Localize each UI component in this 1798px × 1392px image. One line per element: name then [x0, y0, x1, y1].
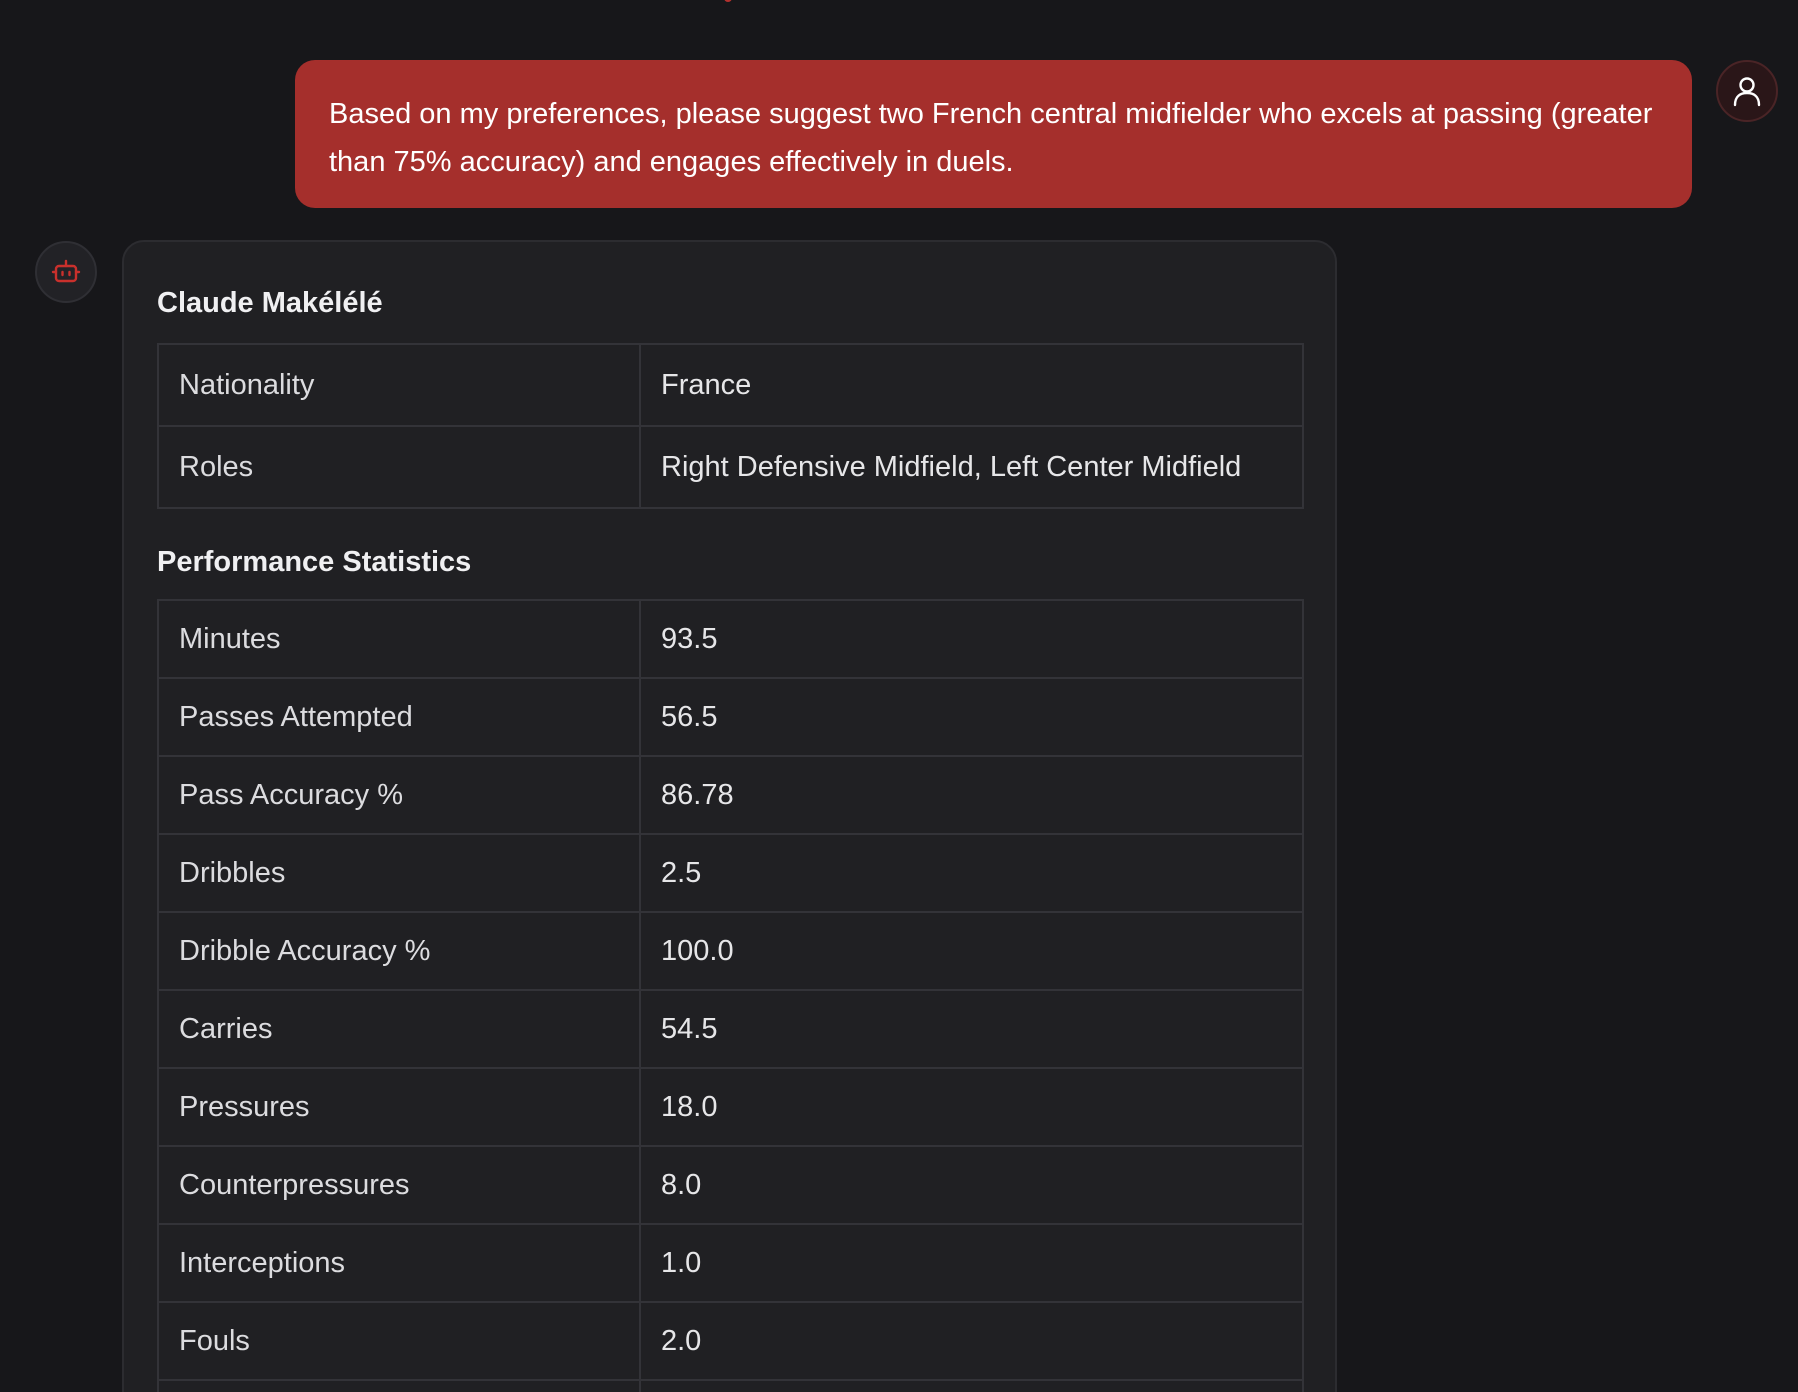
stat-label: Fouls — [157, 1301, 641, 1381]
scroll-indicator-dot — [724, 0, 732, 2]
stat-label: Pressures — [157, 1067, 641, 1147]
table-row: Carries 54.5 — [157, 989, 1304, 1069]
performance-statistics-heading: Performance Statistics — [157, 546, 472, 578]
stat-label: Carries — [157, 989, 641, 1069]
info-label: Roles — [157, 425, 641, 509]
table-row: Interceptions 1.0 — [157, 1223, 1304, 1303]
table-row: Pressures 18.0 — [157, 1067, 1304, 1147]
stat-value: 2.5 — [639, 833, 1304, 913]
table-row: Fouls 2.0 — [157, 1301, 1304, 1381]
player-info-table: Nationality France Roles Right Defensive… — [157, 343, 1304, 509]
stat-value: 1.0 — [639, 1223, 1304, 1303]
table-row: Nationality France — [157, 343, 1304, 427]
table-row: Minutes 93.5 — [157, 599, 1304, 679]
info-value: France — [639, 343, 1304, 427]
stat-label — [157, 1379, 641, 1392]
stat-label: Dribbles — [157, 833, 641, 913]
stat-value — [639, 1379, 1304, 1392]
user-avatar — [1716, 60, 1778, 122]
player-name-heading: Claude Makélélé — [157, 287, 383, 319]
stat-value: 18.0 — [639, 1067, 1304, 1147]
assistant-avatar — [35, 241, 97, 303]
assistant-message-card: Claude Makélélé Nationality France Roles… — [122, 240, 1337, 1392]
stat-label: Passes Attempted — [157, 677, 641, 757]
table-row: Roles Right Defensive Midfield, Left Cen… — [157, 425, 1304, 509]
user-icon — [1733, 77, 1761, 107]
user-message-bubble: Based on my preferences, please suggest … — [295, 60, 1692, 208]
stat-label: Counterpressures — [157, 1145, 641, 1225]
user-message-text: Based on my preferences, please suggest … — [329, 98, 1653, 178]
stat-value: 100.0 — [639, 911, 1304, 991]
stat-value: 86.78 — [639, 755, 1304, 835]
stat-label: Dribble Accuracy % — [157, 911, 641, 991]
stat-value: 2.0 — [639, 1301, 1304, 1381]
info-value: Right Defensive Midfield, Left Center Mi… — [639, 425, 1304, 509]
stat-value: 54.5 — [639, 989, 1304, 1069]
table-row — [157, 1379, 1304, 1392]
table-row: Pass Accuracy % 86.78 — [157, 755, 1304, 835]
stat-label: Minutes — [157, 599, 641, 679]
table-row: Dribble Accuracy % 100.0 — [157, 911, 1304, 991]
table-row: Counterpressures 8.0 — [157, 1145, 1304, 1225]
info-label: Nationality — [157, 343, 641, 427]
performance-stats-table: Minutes 93.5 Passes Attempted 56.5 Pass … — [157, 599, 1304, 1392]
table-row: Dribbles 2.5 — [157, 833, 1304, 913]
stat-value: 93.5 — [639, 599, 1304, 679]
robot-icon — [51, 259, 81, 283]
stat-value: 8.0 — [639, 1145, 1304, 1225]
chat-view: Based on my preferences, please suggest … — [0, 0, 1798, 1392]
stat-label: Interceptions — [157, 1223, 641, 1303]
table-row: Passes Attempted 56.5 — [157, 677, 1304, 757]
stat-label: Pass Accuracy % — [157, 755, 641, 835]
stat-value: 56.5 — [639, 677, 1304, 757]
